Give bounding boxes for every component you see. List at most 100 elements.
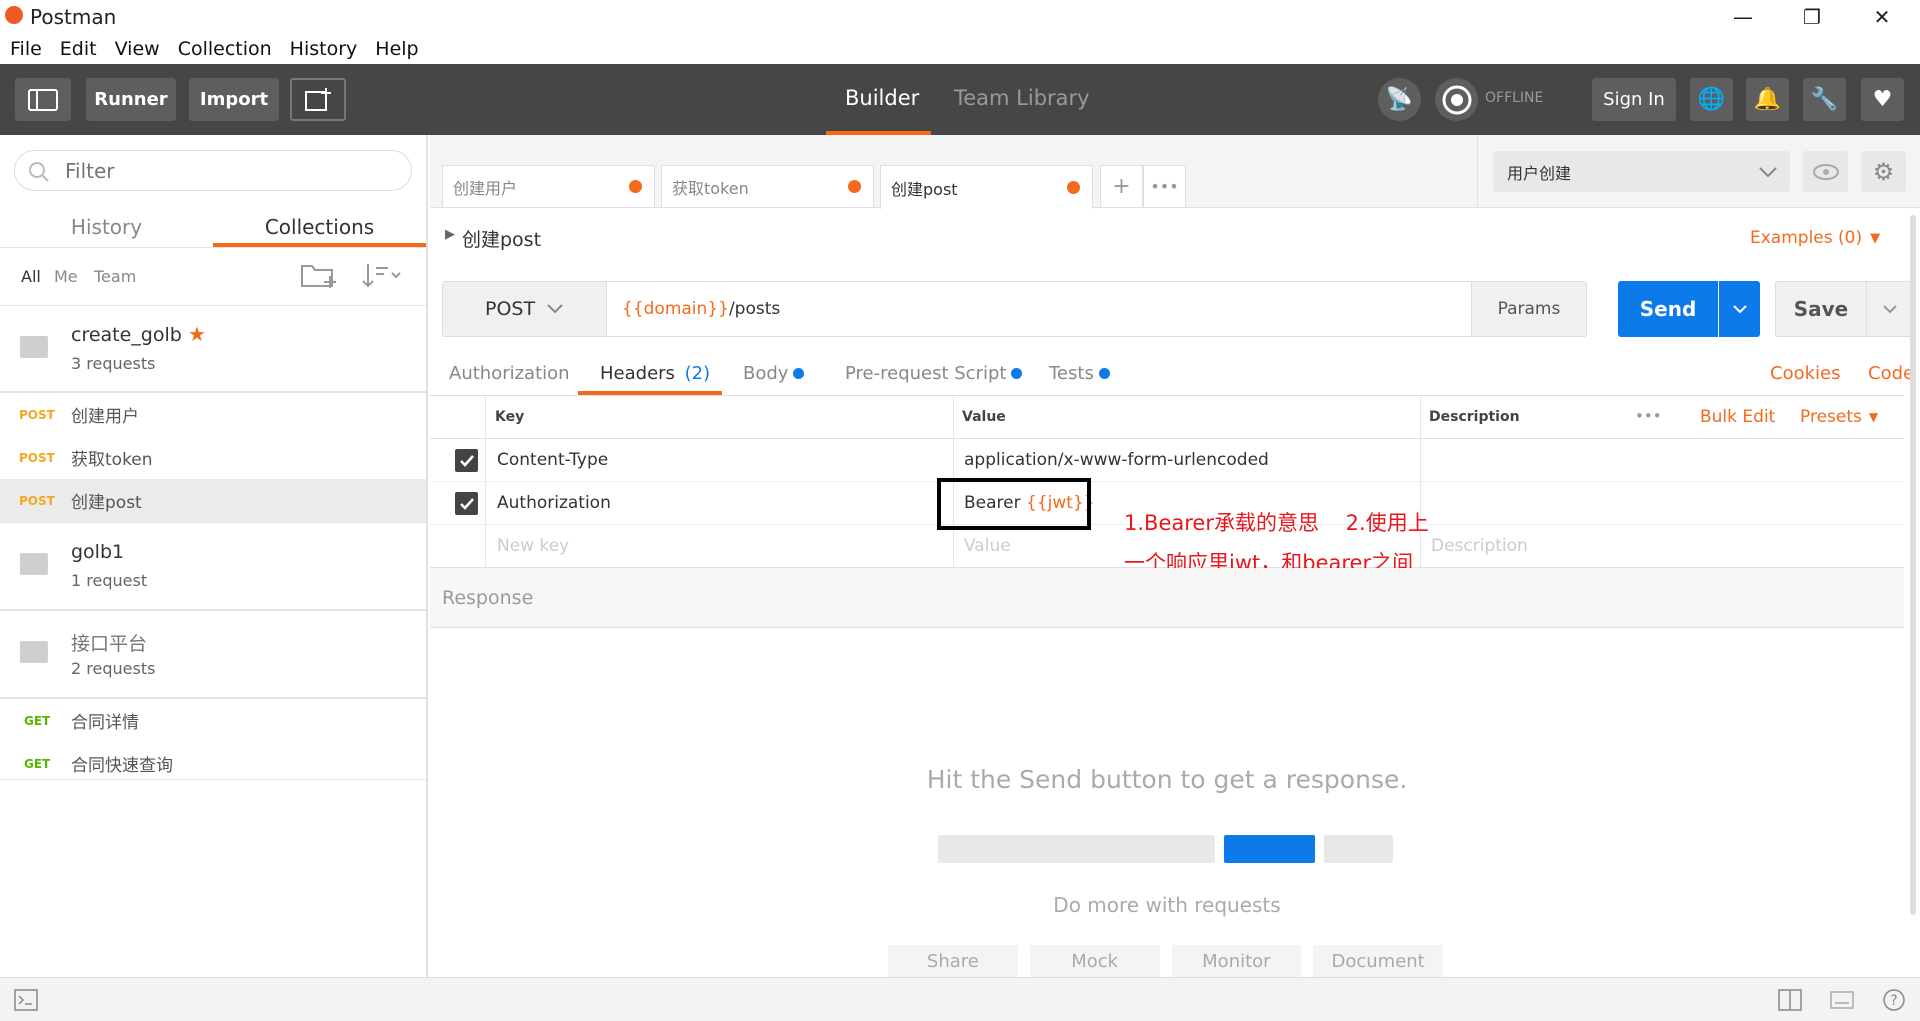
checkmark-icon [459,454,474,467]
tab-options-button[interactable]: ••• [1143,165,1186,207]
params-button[interactable]: Params [1471,282,1586,336]
menu-history[interactable]: History [290,38,358,60]
star-icon[interactable]: ★ [188,322,206,346]
request-title: 创建post [462,229,542,251]
scope-me[interactable]: Me [54,267,78,286]
collection-interface-platform[interactable]: 接口平台 2 requests [0,611,426,697]
tab-history[interactable]: History [0,205,213,247]
scrollbar[interactable] [1910,215,1916,915]
console-icon[interactable] [14,989,38,1011]
new-key-input[interactable]: New key [497,536,569,556]
collection-create-golb[interactable]: create_golb ★ 3 requests [0,306,426,391]
row-checkbox[interactable] [455,449,478,472]
indicator-dot-icon [1011,368,1023,379]
sidebar: History Collections All Me Team create_g… [0,135,428,977]
maximize-button[interactable]: ❐ [1782,0,1842,33]
method-select[interactable]: POST [443,282,607,336]
minimize-button[interactable]: — [1713,0,1773,33]
save-options-button[interactable] [1867,304,1913,314]
favorite-button[interactable]: ♥ [1861,78,1904,121]
examples-dropdown[interactable]: Examples (0) ▼ [1750,228,1880,248]
header-key[interactable]: Content-Type [497,450,608,470]
tab-authorization[interactable]: Authorization [449,363,570,384]
menu-edit[interactable]: Edit [60,38,97,60]
sign-in-button[interactable]: Sign In [1592,78,1676,121]
two-pane-icon[interactable] [1778,989,1802,1011]
url-input[interactable]: {{domain}}/posts [607,299,1471,319]
request-item[interactable]: GET 合同详情 [0,699,426,742]
cookies-link[interactable]: Cookies [1770,363,1840,384]
more-options-button[interactable]: ••• [1635,407,1662,425]
new-collection-icon[interactable] [300,260,338,290]
tab-tests-label: Tests [1049,363,1094,384]
new-tab-button[interactable]: + [1100,165,1143,207]
monitor-card[interactable]: Monitor [1171,945,1302,977]
plus-icon: + [1112,174,1131,199]
header-value[interactable]: application/x-www-form-urlencoded [964,450,1269,470]
send-options-button[interactable] [1719,281,1760,337]
settings-button[interactable]: 🔧 [1803,78,1846,121]
sidebar-toggle-button[interactable] [15,78,71,121]
environment-select[interactable]: 用户创建 [1493,151,1790,192]
request-item[interactable]: POST 创建用户 [0,393,426,436]
new-value-input[interactable]: Value [964,536,1011,556]
send-button[interactable]: Send [1618,281,1718,337]
sort-icon[interactable] [360,260,404,290]
notifications-button[interactable]: 🔔 [1746,78,1789,121]
collection-count: 3 requests [71,354,156,373]
request-tab[interactable]: 创建用户 [442,165,655,207]
action-cards: Share Mock Monitor Document [888,945,1443,977]
web-button[interactable]: 🌐 [1690,78,1733,121]
satellite-icon: 📡 [1385,87,1414,112]
mock-card[interactable]: Mock [1029,945,1160,977]
tab-tests[interactable]: Tests [1049,363,1110,384]
header-key[interactable]: Authorization [497,493,611,513]
tab-team-library[interactable]: Team Library [954,86,1090,110]
filter-input[interactable] [63,157,393,185]
menu-bar: File Edit View Collection History Help [0,33,1920,64]
import-button[interactable]: Import [189,78,279,121]
save-button[interactable]: Save [1776,297,1866,321]
bulk-edit-link[interactable]: Bulk Edit [1700,407,1775,427]
new-window-button[interactable] [290,78,346,121]
close-button[interactable]: ✕ [1852,0,1912,33]
code-link[interactable]: Code [1868,363,1914,384]
share-card[interactable]: Share [888,945,1018,977]
tab-body[interactable]: Body [743,363,805,384]
chevron-down-icon [1759,166,1777,177]
row-checkbox[interactable] [455,492,478,515]
chevron-down-icon [547,304,563,314]
interceptor-button[interactable]: 📡 [1378,78,1421,121]
menu-file[interactable]: File [10,38,42,60]
heart-icon: ♥ [1872,87,1893,112]
menu-collection[interactable]: Collection [178,38,272,60]
tab-builder[interactable]: Builder [845,86,919,110]
caret-down-icon: ▼ [1868,410,1879,424]
sidebar-toggle-icon [28,88,58,111]
runner-button[interactable]: Runner [86,78,176,121]
scope-all[interactable]: All [21,267,41,286]
filter-box[interactable] [14,150,412,191]
help-icon[interactable]: ? [1882,988,1906,1012]
request-tab[interactable]: 获取token [661,165,874,207]
collection-golb1[interactable]: golb1 1 request [0,523,426,609]
request-tab-active[interactable]: 创建post [880,165,1093,209]
tab-collections[interactable]: Collections [213,205,426,247]
folder-icon [20,641,48,663]
request-item[interactable]: POST 获取token [0,436,426,479]
tab-headers[interactable]: Headers (2) [600,363,710,384]
scope-team[interactable]: Team [94,267,136,286]
caret-right-icon[interactable]: ▶ [445,227,455,242]
manage-environments-button[interactable]: ⚙ [1861,151,1906,192]
request-name: 创建post [71,493,142,513]
document-card[interactable]: Document [1313,945,1443,977]
sync-button[interactable] [1435,78,1478,121]
request-item-active[interactable]: POST 创建post [0,479,426,522]
menu-help[interactable]: Help [375,38,418,60]
keyboard-icon[interactable] [1830,991,1854,1009]
menu-view[interactable]: View [115,38,160,60]
tab-pre-request-script[interactable]: Pre-request Script [845,363,1023,384]
presets-dropdown[interactable]: Presets ▼ [1800,407,1878,427]
tab-history-label: History [70,215,143,239]
quick-look-button[interactable] [1803,151,1848,192]
